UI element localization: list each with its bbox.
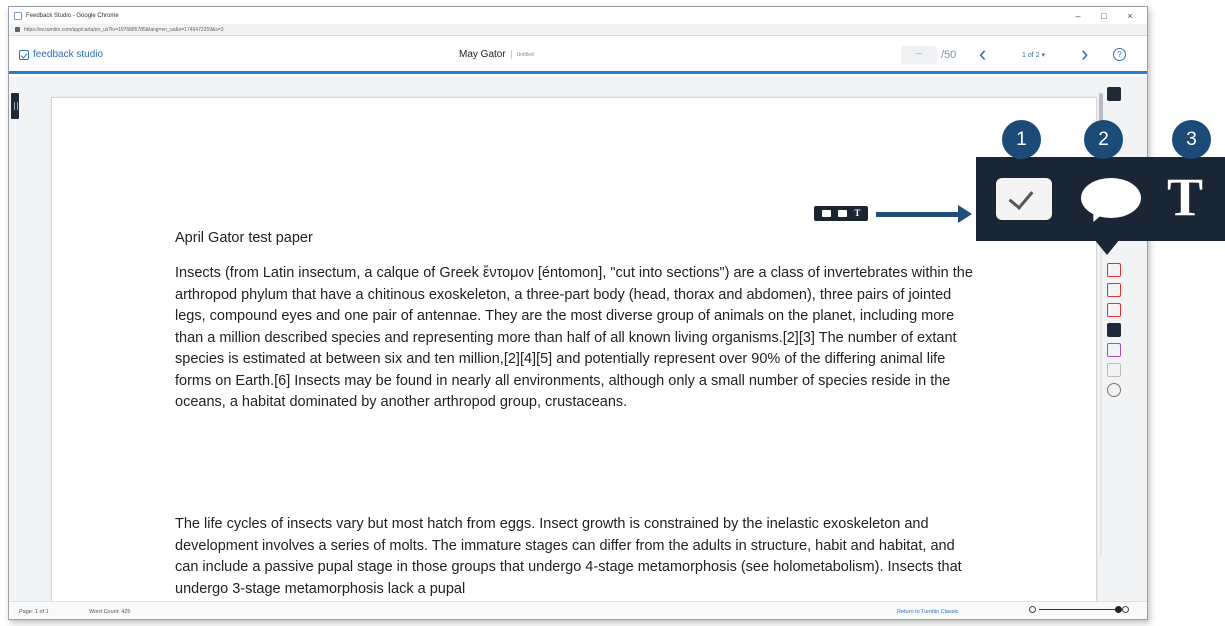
window-controls: – □ × [1065, 7, 1143, 24]
lock-icon [15, 27, 20, 32]
app-header: feedback studio May Gator Untitled --- /… [9, 36, 1147, 74]
return-to-classic-link[interactable]: Return to Turnitin Classic [897, 609, 958, 615]
e-rater-icon[interactable] [1107, 343, 1121, 357]
status-bar: Page: 1 of 1 Word Count: 425 Return to T… [9, 601, 1147, 619]
grade-max: /50 [941, 49, 957, 61]
zoom-out-icon[interactable] [1029, 606, 1036, 613]
student-name: May Gator [459, 49, 506, 60]
paper-count-dropdown[interactable]: 1 of 2 ▾ [1022, 51, 1045, 59]
checkmark-glyph [1008, 184, 1034, 210]
address-bar[interactable]: https://ev.turnitin.com/app/carta/en_us?… [9, 24, 1147, 36]
text-comment-icon[interactable]: T [1167, 166, 1203, 228]
document-viewer: April Gator test paper Insects (from Lat… [9, 77, 1147, 603]
grade-input[interactable]: --- [901, 46, 937, 64]
right-tool-rail-lower [1103, 263, 1125, 403]
side-panel-toggle[interactable] [11, 93, 19, 119]
title-bar: Feedback Studio - Google Chrome – □ × [9, 7, 1147, 24]
step-badge-3: 3 [1172, 120, 1211, 159]
window-title: Feedback Studio - Google Chrome [26, 12, 119, 19]
right-tool-rail [1103, 87, 1125, 107]
pointer-arrow-shaft [876, 212, 960, 217]
url-text[interactable]: https://ev.turnitin.com/app/carta/en_us?… [24, 27, 224, 33]
filter-icon[interactable] [1107, 283, 1121, 297]
document-title: May Gator Untitled [459, 49, 534, 60]
close-button[interactable]: × [1117, 11, 1143, 21]
paper-paragraph-1: Insects (from Latin insectum, a calque o… [175, 265, 973, 410]
word-count: Word Count: 425 [89, 609, 131, 615]
download-icon[interactable] [1107, 363, 1121, 377]
quickmark-mini-toolbar[interactable]: T [814, 206, 868, 221]
help-icon[interactable]: ? [1113, 48, 1126, 61]
previous-paper-button[interactable]: ‹ [979, 42, 986, 66]
mini-text-icon[interactable]: T [854, 209, 860, 218]
pointer-arrow-head [958, 205, 972, 223]
page-indicator: Page: 1 of 1 [19, 609, 49, 615]
step-badge-1: 1 [1002, 120, 1041, 159]
comment-bubble-icon[interactable] [1081, 178, 1141, 218]
maximize-button[interactable]: □ [1091, 11, 1117, 21]
paper-title: April Gator test paper [175, 230, 313, 246]
brand-name: feedback studio [33, 49, 104, 60]
title-divider [510, 50, 512, 59]
exclude-icon[interactable] [1107, 303, 1121, 317]
info-icon[interactable] [1107, 383, 1121, 397]
zoom-track[interactable] [1039, 605, 1122, 613]
grade-area: --- /50 [901, 46, 956, 64]
paper-page: April Gator test paper Insects (from Lat… [51, 97, 1097, 603]
minimize-button[interactable]: – [1065, 11, 1091, 21]
similarity-icon[interactable] [1107, 263, 1121, 277]
favicon-icon [14, 11, 22, 20]
paper-paragraph-2: The life cycles of insects vary but most… [175, 516, 962, 597]
mini-check-icon[interactable] [821, 210, 831, 217]
mini-comment-icon[interactable] [837, 210, 847, 217]
zoom-knob[interactable] [1115, 605, 1122, 613]
callout-tail [1094, 239, 1120, 255]
feedback-studio-icon [19, 49, 29, 60]
brand-logo[interactable]: feedback studio [19, 49, 103, 60]
paper-status: Untitled [516, 51, 534, 58]
layers-icon[interactable] [1107, 87, 1121, 101]
grading-layer-icon[interactable] [1107, 323, 1121, 337]
zoom-in-icon[interactable] [1122, 606, 1129, 613]
next-paper-button[interactable]: › [1081, 42, 1088, 66]
zoom-slider[interactable] [1029, 605, 1129, 613]
step-badge-2: 2 [1084, 120, 1123, 159]
checkmark-icon[interactable] [996, 178, 1052, 220]
browser-window: Feedback Studio - Google Chrome – □ × ht… [8, 6, 1148, 620]
